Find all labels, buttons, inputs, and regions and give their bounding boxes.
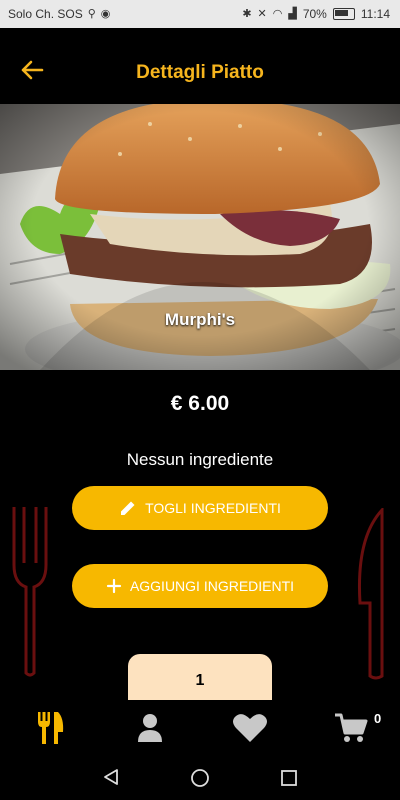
status-bar: Solo Ch. SOS ⚲ ◉ ✱ ✕ ◠ ▟ 70% 11:14 (0, 0, 400, 28)
app-bar: Dettagli Piatto (0, 28, 400, 104)
carrier-label: Solo Ch. SOS (8, 7, 83, 21)
remove-ingredients-label: TOGLI INGREDIENTI (145, 500, 281, 516)
quantity-value: 1 (195, 672, 205, 689)
plus-icon (106, 578, 122, 594)
remove-ingredients-button[interactable]: TOGLI INGREDIENTI (72, 486, 328, 530)
system-nav-bar (0, 754, 400, 800)
cart-icon[interactable] (334, 712, 368, 744)
home-circle-icon[interactable] (190, 768, 210, 788)
page-title: Dettagli Piatto (136, 62, 264, 83)
bluetooth-icon: ✱ (242, 8, 252, 20)
battery-icon (332, 8, 355, 20)
notification-icon: ◉ (100, 8, 111, 20)
menu-cutlery-icon[interactable] (36, 712, 66, 744)
back-triangle-icon[interactable] (102, 768, 120, 786)
dish-image: New York (0, 104, 400, 370)
recents-square-icon[interactable] (280, 769, 298, 787)
knife-decoration (358, 508, 384, 680)
dish-price: € 6.00 (170, 392, 230, 415)
clock: 11:14 (360, 7, 390, 21)
wifi-icon: ◠ (272, 8, 283, 20)
dish-name: Murphi's (164, 310, 236, 329)
add-ingredients-button[interactable]: AGGIUNGI INGREDIENTI (72, 564, 328, 608)
cart-count-badge: 0 (374, 711, 382, 726)
heart-icon[interactable] (232, 712, 268, 744)
pencil-icon (121, 501, 135, 515)
user-icon[interactable] (136, 712, 164, 744)
mute-icon: ✕ (257, 8, 267, 20)
add-ingredients-label: AGGIUNGI INGREDIENTI (129, 578, 295, 594)
signal-icon: ▟ (288, 8, 297, 20)
ingredients-text: Nessun ingrediente (126, 450, 274, 469)
usb-icon: ⚲ (87, 8, 96, 20)
fork-decoration (12, 507, 48, 677)
battery-percent: 70% (302, 7, 327, 21)
